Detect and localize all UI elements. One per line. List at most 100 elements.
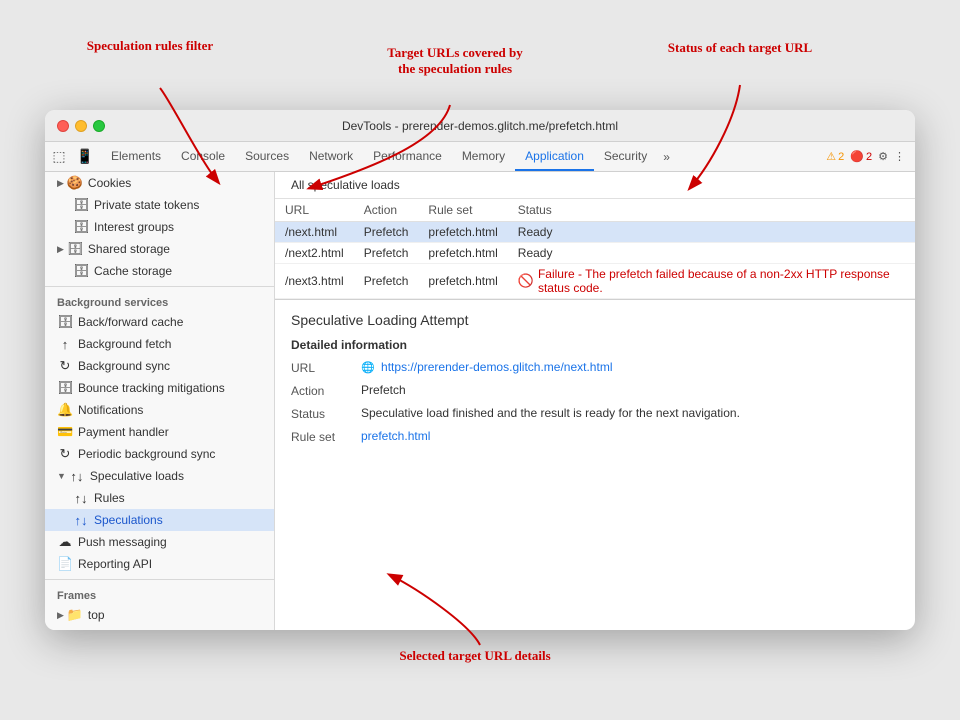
sidebar-item-push-messaging[interactable]: ☁ Push messaging [45,531,274,553]
detail-value-action: Prefetch [361,383,899,397]
speculation-filter-header: All speculative loads [275,172,915,199]
settings-icon[interactable]: ⚙ [878,150,888,163]
tab-performance[interactable]: Performance [363,142,452,171]
annotation-status: Status of each target URL [640,40,840,56]
browser-window: DevTools - prerender-demos.glitch.me/pre… [45,110,915,630]
chevron-right-icon: ▶ [57,178,64,189]
warning-badge: ⚠ 2 [826,150,844,163]
window-title: DevTools - prerender-demos.glitch.me/pre… [342,119,618,133]
sidebar-item-payment-handler[interactable]: 💳 Payment handler [45,421,274,443]
table-row[interactable]: /next.html Prefetch prefetch.html Ready [275,222,915,243]
url-table: URL Action Rule set Status /next.html Pr… [275,199,915,299]
tab-sources[interactable]: Sources [235,142,299,171]
reporting-api-icon: 📄 [57,556,73,572]
url-table-header: URL Action Rule set Status [275,199,915,222]
rules-icon: ↑↓ [73,491,89,506]
shared-storage-icon: 🗄 [67,241,83,257]
sidebar: ▶ 🍪 Cookies 🗄 Private state tokens 🗄 Int… [45,172,275,630]
frames-label: Frames [45,584,274,604]
table-row[interactable]: /next3.html Prefetch prefetch.html 🚫 Fai… [275,264,915,299]
table-row[interactable]: /next2.html Prefetch prefetch.html Ready [275,243,915,264]
devtools-toolbar: ⬚ 📱 Elements Console Sources Network Per… [45,142,915,172]
sidebar-item-speculations[interactable]: ↑↓ Speculations [45,509,274,531]
background-services-label: Background services [45,291,274,311]
push-messaging-icon: ☁ [57,534,73,550]
tab-application[interactable]: Application [515,142,594,171]
close-button[interactable] [57,120,69,132]
sidebar-item-bounce-tracking[interactable]: 🗄 Bounce tracking mitigations [45,377,274,399]
cell-action: Prefetch [354,243,419,264]
cell-status-error: 🚫 Failure - The prefetch failed because … [508,264,915,299]
detail-url-link[interactable]: https://prerender-demos.glitch.me/next.h… [381,360,612,374]
detail-label-action: Action [291,383,361,398]
url-table-body: /next.html Prefetch prefetch.html Ready … [275,222,915,299]
devtools-body: ▶ 🍪 Cookies 🗄 Private state tokens 🗄 Int… [45,172,915,630]
bounce-tracking-icon: 🗄 [57,380,73,396]
cell-status: Ready [508,243,915,264]
chevron-right-icon-2: ▶ [57,244,64,255]
sidebar-item-speculative-loads[interactable]: ▼ ↑↓ Speculative loads [45,465,274,487]
sidebar-item-frames-top[interactable]: ▶ 📁 top [45,604,274,626]
background-fetch-icon: ↑ [57,337,73,352]
background-sync-icon: ↻ [57,358,73,374]
detail-row-status: Status Speculative load finished and the… [291,406,899,421]
speculations-icon: ↑↓ [73,513,89,528]
sidebar-item-interest-groups[interactable]: 🗄 Interest groups [45,216,274,238]
tab-network[interactable]: Network [299,142,363,171]
sidebar-item-cookies[interactable]: ▶ 🍪 Cookies [45,172,274,194]
detail-row-ruleset: Rule set prefetch.html [291,429,899,444]
cell-action: Prefetch [354,222,419,243]
error-icon: 🚫 [518,273,534,289]
cell-ruleset: prefetch.html [418,222,507,243]
tab-security[interactable]: Security [594,142,657,171]
col-url: URL [275,199,354,222]
private-state-icon: 🗄 [73,197,89,213]
sidebar-item-notifications[interactable]: 🔔 Notifications [45,399,274,421]
sidebar-item-private-state-tokens[interactable]: 🗄 Private state tokens [45,194,274,216]
detail-label-ruleset: Rule set [291,429,361,444]
detail-subtitle: Detailed information [291,338,899,352]
detail-title: Speculative Loading Attempt [291,312,899,328]
detail-panel: Speculative Loading Attempt Detailed inf… [275,299,915,630]
chevron-right-icon-frames: ▶ [57,610,64,621]
tab-console[interactable]: Console [171,142,235,171]
minimize-button[interactable] [75,120,87,132]
annotation-speculation-filter: Speculation rules filter [55,38,245,54]
tab-elements[interactable]: Elements [101,142,171,171]
sidebar-item-cache-storage[interactable]: 🗄 Cache storage [45,260,274,282]
sidebar-item-rules[interactable]: ↑↓ Rules [45,487,274,509]
payment-handler-icon: 💳 [57,424,73,440]
sidebar-item-background-fetch[interactable]: ↑ Background fetch [45,333,274,355]
sidebar-item-reporting-api[interactable]: 📄 Reporting API [45,553,274,575]
cell-url: /next2.html [275,243,354,264]
tab-more-icon[interactable]: » [657,150,676,164]
main-panel: All speculative loads URL Action Rule se… [275,172,915,630]
cookies-icon: 🍪 [67,175,83,191]
inspect-icon[interactable]: ⬚ [49,147,69,167]
notifications-icon: 🔔 [57,402,73,418]
device-icon[interactable]: 📱 [75,147,95,167]
detail-row-url: URL 🌐 https://prerender-demos.glitch.me/… [291,360,899,375]
interest-groups-icon: 🗄 [73,219,89,235]
cell-status: Ready [508,222,915,243]
maximize-button[interactable] [93,120,105,132]
error-badge: 🔴 2 [850,150,872,163]
frame-top-icon: 📁 [67,607,83,623]
sidebar-item-back-forward-cache[interactable]: 🗄 Back/forward cache [45,311,274,333]
back-forward-icon: 🗄 [57,314,73,330]
cell-url: /next.html [275,222,354,243]
sidebar-item-shared-storage[interactable]: ▶ 🗄 Shared storage [45,238,274,260]
cache-storage-icon: 🗄 [73,263,89,279]
url-table-section: URL Action Rule set Status /next.html Pr… [275,199,915,299]
tab-memory[interactable]: Memory [452,142,515,171]
cell-ruleset: prefetch.html [418,243,507,264]
detail-ruleset-link[interactable]: prefetch.html [361,429,430,443]
sidebar-item-periodic-bg-sync[interactable]: ↻ Periodic background sync [45,443,274,465]
annotation-target-urls: Target URLs covered bythe speculation ru… [360,45,550,77]
detail-label-url: URL [291,360,361,375]
detail-value-url: 🌐 https://prerender-demos.glitch.me/next… [361,360,899,374]
periodic-bg-sync-icon: ↻ [57,446,73,462]
more-options-icon[interactable]: ⋮ [894,150,905,163]
chevron-down-icon: ▼ [57,471,66,481]
sidebar-item-background-sync[interactable]: ↻ Background sync [45,355,274,377]
